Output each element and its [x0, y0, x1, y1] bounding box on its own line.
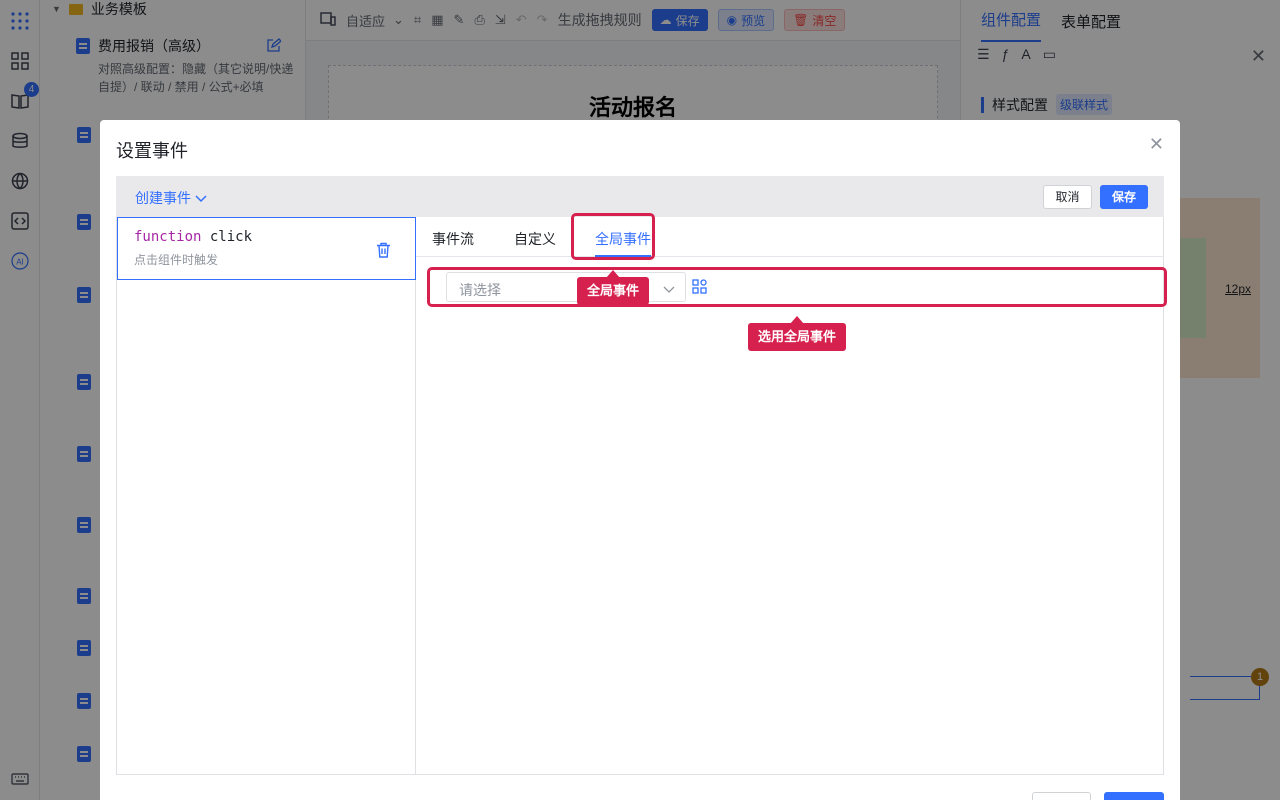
create-event-dropdown[interactable]: 创建事件	[135, 188, 207, 208]
annotation-highlight-select	[427, 267, 1167, 307]
create-event-label: 创建事件	[135, 190, 191, 206]
footer-cancel-button[interactable]	[1032, 792, 1091, 800]
annotation-callout-select: 选用全局事件	[748, 316, 847, 351]
tab-custom[interactable]: 自定义	[514, 229, 556, 249]
dialog-title: 设置事件	[116, 141, 188, 161]
event-name: click	[209, 229, 253, 245]
event-keyword: function	[134, 229, 202, 245]
event-tabs: 事件流 自定义 全局事件	[416, 217, 1164, 257]
save-button[interactable]: 保存	[1100, 185, 1148, 209]
event-signature: function click	[134, 229, 252, 245]
dialog-action-bar: 创建事件 取消 保存	[116, 176, 1164, 217]
annotation-highlight-tab	[571, 213, 655, 260]
cancel-button[interactable]: 取消	[1043, 185, 1092, 209]
event-list-item[interactable]: function click 点击组件时触发	[117, 217, 416, 280]
footer-confirm-button[interactable]	[1104, 792, 1164, 800]
trash-icon[interactable]	[376, 242, 391, 261]
chevron-down-icon	[195, 190, 207, 206]
event-list: function click 点击组件时触发	[117, 217, 416, 774]
event-description: 点击组件时触发	[134, 253, 219, 267]
tab-event-flow[interactable]: 事件流	[432, 229, 474, 249]
close-icon[interactable]: ✕	[1149, 134, 1164, 155]
annotation-callout-tab: 全局事件	[577, 270, 650, 305]
